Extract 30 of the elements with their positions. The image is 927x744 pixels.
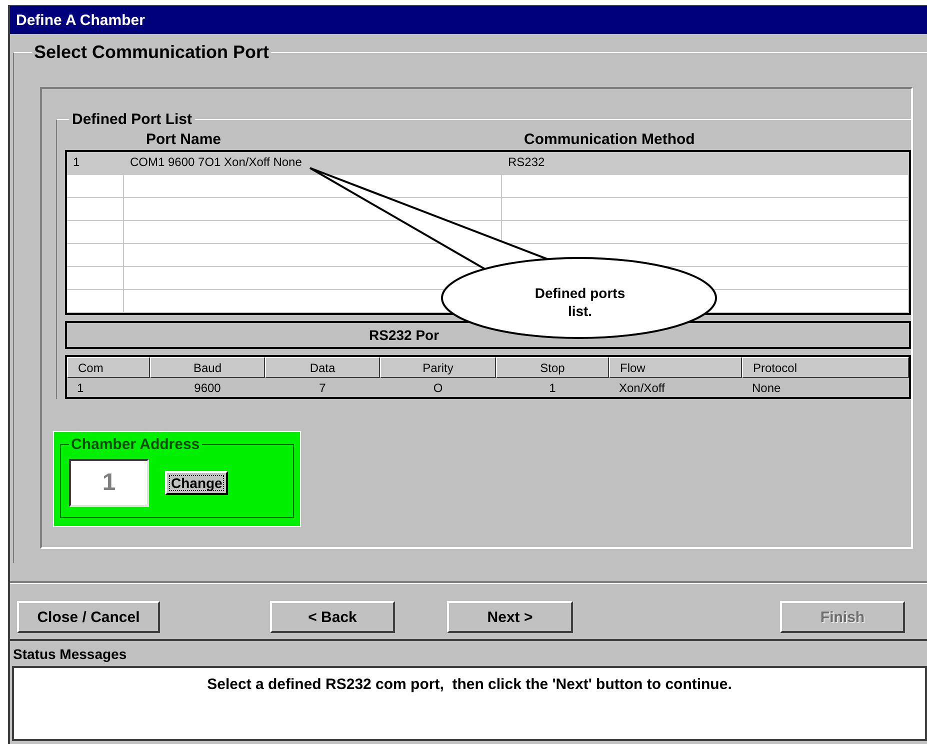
column-header: Data (265, 357, 380, 378)
table-cell-text: Xon/Xoff (618, 380, 666, 396)
wizard-button[interactable]: < Back (270, 601, 395, 633)
change-button[interactable]: Change (165, 471, 228, 495)
section-title: Select Communication Port (33, 42, 270, 63)
wizard-button[interactable]: Close / Cancel (17, 601, 160, 633)
table-cell: RS232 (502, 152, 909, 174)
table-cell-text: 1 (76, 380, 85, 396)
table-cell: 1 (67, 152, 124, 174)
table-cell-text: 9600 (193, 380, 222, 396)
status-message: Select a defined RS232 com port, then click the 'Next' button to continue. (12, 666, 927, 741)
table-cell-text: O (432, 380, 444, 396)
table-cell-text: 1 (548, 380, 557, 396)
column-header: Port Name (145, 130, 222, 148)
port-row[interactable]: 1 COM1 9600 7O1 Xon/Xoff None RS232 (67, 152, 909, 175)
group-title: Defined Port List (71, 111, 194, 128)
column-header: Flow (609, 357, 742, 378)
group-title: Chamber Address (70, 436, 201, 453)
table-cell-text: 7 (318, 380, 327, 396)
address-field[interactable]: 1 (69, 459, 149, 507)
table-cell-text: None (751, 380, 782, 396)
column-header: Protocol (742, 357, 909, 378)
window-title: Define A Chamber (10, 6, 927, 34)
callout-text: Defined ports list. (534, 284, 626, 320)
column-header: Communication Method (523, 130, 696, 148)
column-header: Stop (496, 357, 609, 378)
column-header: Baud (150, 357, 265, 378)
column-header: Com (67, 357, 150, 378)
column-header: Parity (380, 357, 496, 378)
wizard-button[interactable]: Next > (447, 601, 573, 633)
